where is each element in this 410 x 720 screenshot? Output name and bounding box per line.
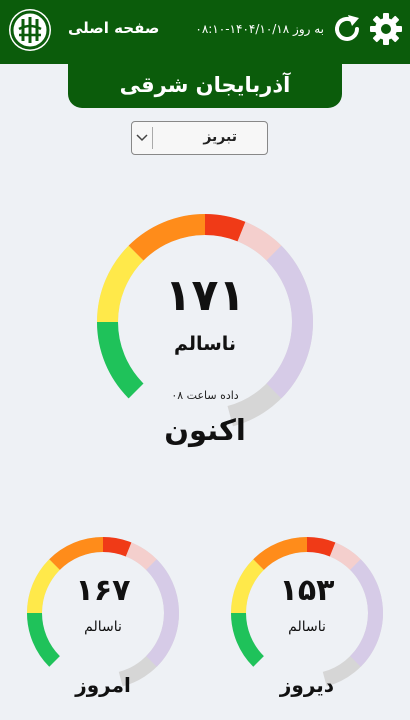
aqi-value-now: ۱۷۱ [164, 270, 246, 321]
yesterday-band-moderate [231, 559, 265, 614]
refresh-icon[interactable] [330, 12, 364, 46]
gauge-caption-now: اکنون [164, 413, 246, 447]
aqi-value-yesterday: ۱۵۳ [279, 573, 335, 608]
today-band-good [27, 612, 61, 667]
yesterday-band-very-unhealthy [329, 542, 361, 571]
app-header: صفحه اصلی به روز ۱۴۰۴/۱۰/۱۸-۰۸:۱۰ [0, 0, 410, 64]
today-band-moderate [27, 559, 61, 614]
data-hour-label: داده ساعت ۰۸ [171, 389, 239, 402]
yesterday-band-hazardous [349, 559, 383, 667]
gauge-caption-yesterday: دیروز [279, 673, 335, 697]
aqi-value-today: ۱۶۷ [75, 573, 131, 608]
selected-city: تبریز [203, 129, 237, 145]
yesterday-band-sensitive [253, 537, 308, 571]
last-updated-text: به روز ۱۴۰۴/۱۰/۱۸-۰۸:۱۰ [195, 22, 324, 36]
gear-icon[interactable] [368, 11, 404, 47]
aqi-status-yesterday: ناسالم [288, 619, 326, 635]
yesterday-band-good [231, 612, 265, 667]
city-select[interactable]: تبریز [131, 121, 268, 155]
gauge-caption-today: امروز [75, 673, 131, 697]
organization-logo[interactable] [9, 9, 51, 51]
chevron-down-icon [136, 134, 148, 142]
today-band-unhealthy [102, 537, 132, 557]
now-band-sensitive [128, 214, 206, 261]
yesterday-band-unhealthy [306, 537, 336, 557]
province-title: آذربایجان شرقی [68, 62, 342, 108]
now-band-very-unhealthy [237, 221, 282, 261]
today-band-sensitive [49, 537, 104, 571]
now-band-unhealthy [204, 214, 246, 242]
today-band-hazardous [145, 559, 179, 667]
logo-emblem-icon [10, 10, 50, 50]
select-divider [152, 127, 153, 149]
aqi-gauge-yesterday [231, 537, 383, 687]
today-band-very-unhealthy [125, 542, 157, 571]
aqi-gauge-today [27, 537, 179, 687]
aqi-status-now: ناسالم [173, 333, 237, 355]
home-link[interactable]: صفحه اصلی [68, 19, 159, 37]
aqi-status-today: ناسالم [84, 619, 122, 635]
